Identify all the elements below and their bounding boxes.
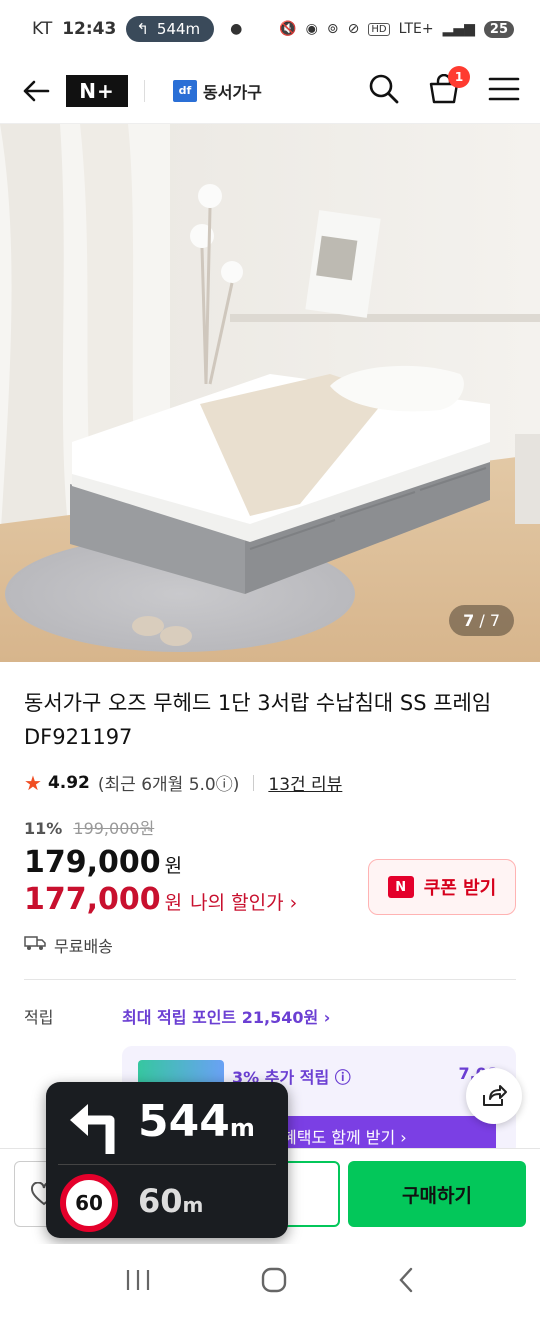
- coupon-button[interactable]: N 쿠폰 받기: [368, 859, 516, 915]
- section-divider: [24, 979, 516, 980]
- recent-rating[interactable]: (최근 6개월 5.0ⓘ): [98, 770, 239, 795]
- camera-distance-unit: m: [182, 1193, 204, 1217]
- rating-divider: [253, 774, 255, 791]
- points-row: 적립 최대 적립 포인트 21,540원 ›: [24, 1004, 516, 1028]
- nav-pill-distance: 544m: [156, 20, 201, 38]
- turn-left-arrow-icon: [66, 1096, 126, 1160]
- recent-apps-icon[interactable]: [125, 1269, 151, 1295]
- status-bar: KT 12:43 ↰ 544m ● 🔇 ◉ ⊚ ⊘ HD LTE+ ▂▄▆ 25: [0, 0, 540, 58]
- speed-limit-sign: 60: [60, 1174, 118, 1232]
- hotspot-icon: ⊚: [326, 21, 339, 37]
- original-price: 199,000원: [73, 819, 155, 838]
- sale-price-value: 179,000: [24, 845, 161, 880]
- naver-coupon-icon: N: [387, 876, 414, 898]
- rating-score: 4.92: [47, 772, 90, 793]
- location-icon: ◉: [305, 21, 318, 37]
- notification-dot: ●: [230, 21, 243, 37]
- top-header: N+ df 동서가구 1: [0, 58, 540, 124]
- shipping-label: 무료배송: [54, 937, 113, 956]
- truck-icon: [24, 935, 46, 955]
- product-title: 동서가구 오즈 무헤드 1단 3서랍 수납침대 SS 프레임 DF921197: [24, 691, 492, 749]
- product-photo: [0, 124, 540, 662]
- max-points-link[interactable]: 최대 적립 포인트 21,540원 ›: [122, 1004, 330, 1028]
- back-arrow-icon[interactable]: [20, 75, 52, 107]
- turn-distance-unit: m: [229, 1114, 255, 1142]
- header-divider: [144, 79, 145, 102]
- battery-icon: 25: [483, 20, 514, 38]
- overlay-divider: [58, 1164, 276, 1165]
- back-icon[interactable]: [397, 1267, 415, 1297]
- search-icon[interactable]: [368, 73, 400, 109]
- my-price-unit: 원: [164, 892, 183, 914]
- my-price-value: 177,000: [24, 882, 161, 917]
- camera-distance-value: 60: [138, 1182, 183, 1220]
- coupon-button-label: 쿠폰 받기: [423, 878, 497, 899]
- brand-logo: df: [173, 79, 197, 102]
- image-counter: 7 / 7: [449, 605, 514, 636]
- image-counter-current: 7: [463, 611, 475, 630]
- camera-distance: 60m: [138, 1182, 203, 1220]
- blocked-icon: ⊘: [347, 21, 360, 37]
- cart-count-badge: 1: [448, 65, 470, 88]
- home-icon[interactable]: [261, 1267, 287, 1297]
- turn-left-icon: ↰: [136, 20, 149, 38]
- menu-icon[interactable]: [488, 76, 520, 106]
- turn-distance: 544m: [138, 1096, 255, 1147]
- brand-store-link[interactable]: df 동서가구: [173, 79, 262, 103]
- share-button[interactable]: [466, 1068, 522, 1124]
- reviews-link[interactable]: 13건 리뷰: [268, 770, 342, 795]
- carrier-label: KT: [32, 19, 53, 39]
- shipping-info: 무료배송: [24, 933, 516, 957]
- network-label: LTE+: [398, 21, 434, 37]
- discount-line: 11% 199,000원: [24, 815, 516, 839]
- brand-name: 동서가구: [203, 82, 262, 102]
- turn-distance-value: 544: [138, 1096, 230, 1147]
- system-navigation-bar: [0, 1244, 540, 1320]
- rating-row: ★ 4.92 (최근 6개월 5.0ⓘ) 13건 리뷰: [24, 770, 516, 796]
- mute-icon: 🔇: [279, 21, 297, 37]
- navigation-pill[interactable]: ↰ 544m: [126, 16, 215, 42]
- share-icon: [483, 1085, 507, 1106]
- product-image-carousel[interactable]: 7 / 7: [0, 124, 540, 662]
- nplus-logo[interactable]: N+: [66, 74, 128, 107]
- price-block: 11% 199,000원 179,000 원 177,000 원 나의 할인가 ›…: [24, 815, 516, 917]
- cart-button[interactable]: 1: [428, 65, 470, 108]
- buy-button[interactable]: 구매하기: [348, 1161, 526, 1227]
- discount-percent: 11%: [24, 819, 63, 838]
- sale-price-unit: 원: [164, 855, 183, 877]
- clock: 12:43: [62, 19, 117, 39]
- image-counter-total: / 7: [479, 611, 500, 630]
- hd-icon: HD: [368, 22, 390, 36]
- signal-icon: ▂▄▆: [442, 21, 475, 37]
- star-icon: ★: [24, 770, 42, 795]
- navigation-overlay[interactable]: 544m 60 60m: [46, 1082, 288, 1238]
- points-label: 적립: [24, 1008, 54, 1027]
- my-price-label: 나의 할인가 ›: [190, 892, 298, 914]
